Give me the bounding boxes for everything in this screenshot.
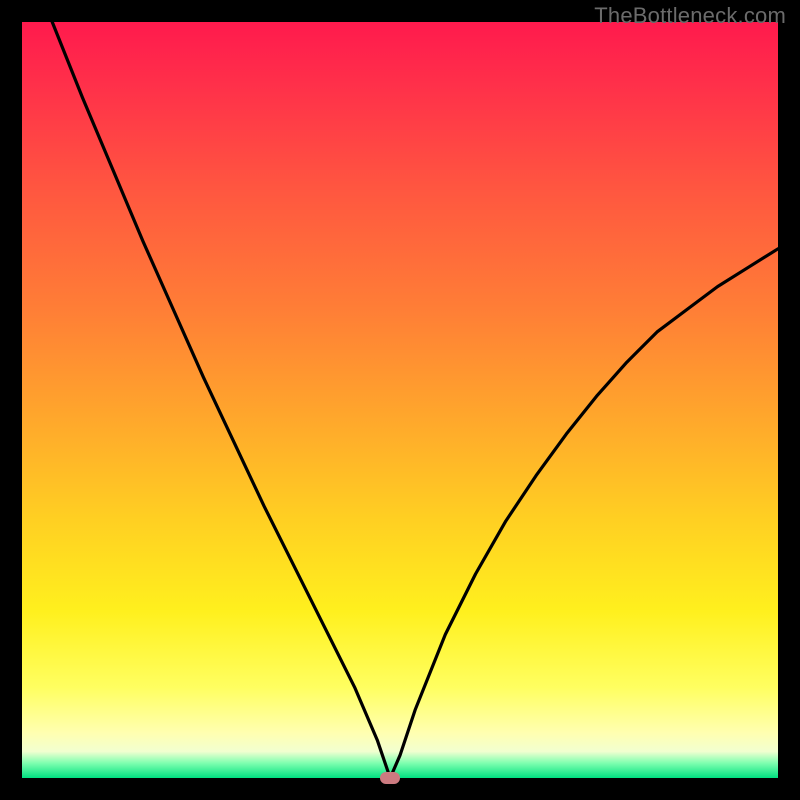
watermark-text: TheBottleneck.com <box>594 3 786 29</box>
optimum-marker <box>380 772 400 784</box>
plot-area <box>22 22 778 778</box>
chart-frame: TheBottleneck.com <box>0 0 800 800</box>
